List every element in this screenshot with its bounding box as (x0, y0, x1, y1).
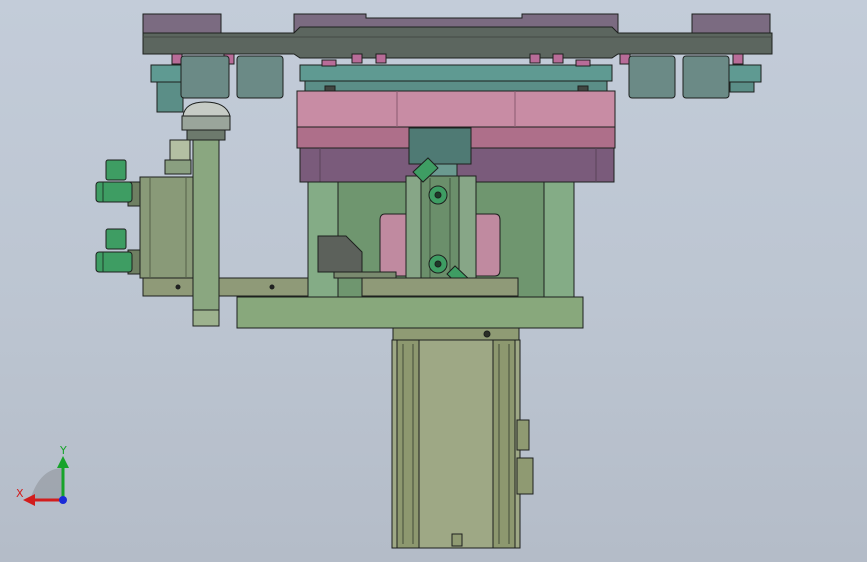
base-plate (236, 296, 584, 329)
triad-x-label: X (16, 487, 24, 500)
connector-cap (181, 101, 231, 141)
center-window (379, 213, 409, 277)
servo-motor (391, 327, 534, 549)
shaft-housing (405, 127, 477, 279)
triad-y-label: Y (59, 444, 67, 457)
assembly-drawing: Y X (16, 13, 773, 549)
top-plate-right (691, 13, 771, 34)
center-flange (299, 59, 613, 93)
cad-viewport[interactable]: Y X (0, 0, 867, 562)
mounting-beam (142, 26, 773, 59)
right-side-block (727, 64, 762, 93)
orientation-triad: Y X (16, 444, 69, 506)
top-plate-left (142, 13, 222, 34)
air-fittings (95, 159, 133, 273)
triad-z-axis (59, 496, 67, 504)
pneumatic-cylinder (127, 176, 194, 279)
top-plate-assembly (142, 13, 773, 59)
